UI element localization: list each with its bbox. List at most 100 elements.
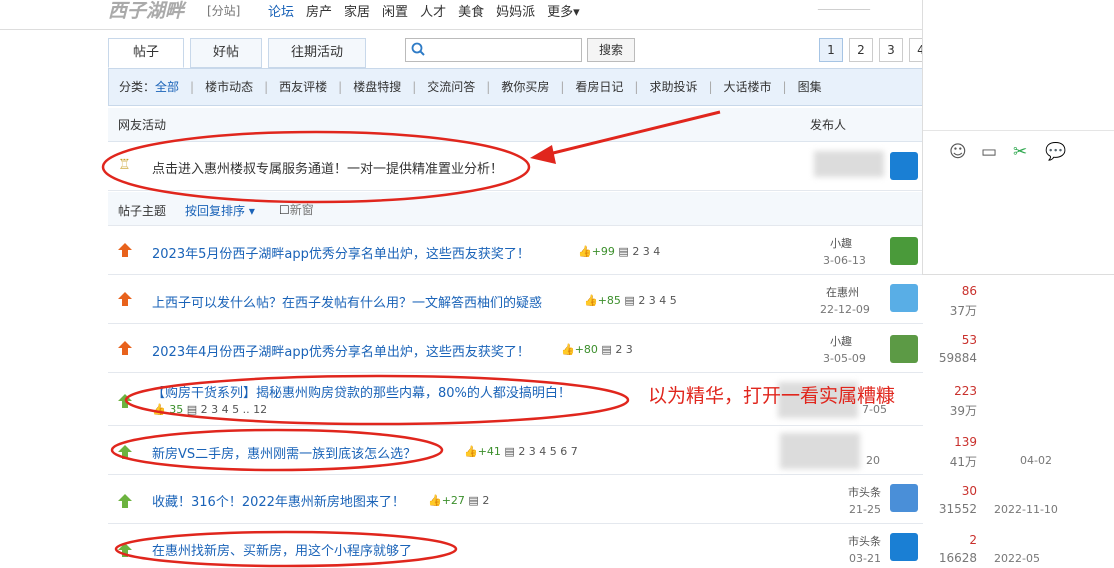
avatar[interactable] <box>890 152 918 180</box>
blurred-avatar <box>780 433 860 469</box>
avatar[interactable] <box>890 335 918 363</box>
like-icon: 👍 <box>561 343 575 356</box>
nav-house[interactable]: 房产 <box>306 1 332 20</box>
chat-icon[interactable]: 💬 <box>1045 142 1066 162</box>
page-2[interactable]: 2 <box>849 38 873 62</box>
author-name[interactable]: 在惠州 <box>826 284 859 300</box>
substation-link[interactable]: [分站] <box>207 2 240 19</box>
avatar[interactable] <box>890 533 918 561</box>
nav-food[interactable]: 美食 <box>458 1 484 20</box>
category-label: 分类： <box>119 80 156 94</box>
tab-past-events[interactable]: 往期活动 <box>268 38 367 68</box>
thread-title[interactable]: 2023年4月份西子湖畔app优秀分享名单出炉，这些西友获奖了！ <box>152 341 530 360</box>
thread-title[interactable]: 上西子可以发什么帖？在西子发帖有什么用？一文解答西柚们的疑惑 <box>152 292 542 311</box>
up-arrow-icon <box>118 494 132 508</box>
blurred-name <box>814 151 884 177</box>
section-header: 网友活动 发布人 <box>108 108 923 142</box>
thread-title[interactable]: 新房VS二手房，惠州刚需一族到底该怎么选？ <box>152 443 416 462</box>
like-icon: 👍 <box>428 494 442 507</box>
author-name[interactable]: 小趣 <box>830 235 852 251</box>
scissors-icon[interactable]: ✂ <box>1013 142 1027 162</box>
hot-arrow-icon <box>118 341 132 355</box>
like-icon: 👍 <box>152 403 166 416</box>
up-arrow-icon <box>118 394 132 408</box>
user-name[interactable]: ________ <box>818 0 870 11</box>
nav-home[interactable]: 家居 <box>344 1 370 20</box>
search-input[interactable] <box>428 41 578 59</box>
page-links[interactable]: 2 3 4 5 .. 12 <box>201 403 267 416</box>
page-links[interactable]: 2 3 4 5 6 7 <box>518 445 577 458</box>
view-count: 37万 <box>949 304 977 318</box>
post-date: 03-21 <box>849 552 881 565</box>
last-reply-date: 2022-05 <box>994 552 1040 565</box>
nav-more[interactable]: 更多▾ <box>547 1 580 20</box>
category-market[interactable]: 楼市动态 <box>205 80 253 94</box>
site-logo[interactable]: 西子湖畔 <box>108 0 184 23</box>
thread-meta: 👍+80 ▤ 2 3 <box>561 343 633 356</box>
nav-secondhand[interactable]: 闲置 <box>382 1 408 20</box>
promo-row[interactable]: ♖ 点击进入惠州楼叔专属服务通道！一对一提供精准置业分析！ <box>108 143 923 191</box>
thread-meta: 👍+41 ▤ 2 3 4 5 6 7 <box>464 445 578 458</box>
table-row[interactable]: 收藏！316个！2022年惠州新房地图来了！ 👍+27 ▤ 2 市头条 21-2… <box>108 476 1058 524</box>
category-teach[interactable]: 教你买房 <box>501 80 549 94</box>
category-gallery[interactable]: 图集 <box>798 80 822 94</box>
view-count: 59884 <box>938 351 977 365</box>
folder-icon[interactable]: ▭ <box>981 142 997 162</box>
category-help[interactable]: 求助投诉 <box>649 80 697 94</box>
new-window-checkbox[interactable]: ☐新窗 <box>279 201 314 218</box>
category-reviews[interactable]: 西友评楼 <box>279 80 327 94</box>
search-button[interactable]: 搜索 <box>587 38 635 62</box>
table-row[interactable]: 2023年4月份西子湖畔app优秀分享名单出炉，这些西友获奖了！ 👍+80 ▤ … <box>108 325 977 373</box>
view-count: 16628 <box>938 551 977 565</box>
page-1[interactable]: 1 <box>819 38 843 62</box>
chevron-down-icon: ▾ <box>245 204 255 218</box>
avatar[interactable] <box>890 284 918 312</box>
promo-title[interactable]: 点击进入惠州楼叔专属服务通道！一对一提供精准置业分析！ <box>152 158 503 177</box>
thread-title[interactable]: 在惠州找新房、买新房，用这个小程序就够了 <box>152 540 412 559</box>
page-links[interactable]: 2 3 4 <box>632 245 660 258</box>
thread-title[interactable]: 收藏！316个！2022年惠州新房地图来了！ <box>152 491 405 510</box>
top-nav: 论坛 房产 家居 闲置 人才 美食 妈妈派 更多▾ <box>268 1 580 20</box>
category-talk[interactable]: 大话楼市 <box>724 80 772 94</box>
thread-topic-label: 帖子主题 <box>118 204 167 218</box>
tab-good-threads[interactable]: 好帖 <box>190 38 263 68</box>
page-links[interactable]: 2 <box>482 494 489 507</box>
avatar[interactable] <box>890 237 918 265</box>
post-date: 22-12-09 <box>820 303 870 316</box>
page-3[interactable]: 3 <box>879 38 903 62</box>
category-search[interactable]: 楼盘特搜 <box>353 80 401 94</box>
hot-arrow-icon <box>118 243 132 257</box>
post-date: 21-25 <box>849 503 881 516</box>
table-row[interactable]: 上西子可以发什么帖？在西子发帖有什么用？一文解答西柚们的疑惑 👍+85 ▤ 2 … <box>108 276 977 324</box>
nav-forum[interactable]: 论坛 <box>268 1 294 20</box>
tab-threads[interactable]: 帖子 <box>108 38 184 68</box>
pagination: 1 2 3 4 <box>819 38 933 62</box>
table-row[interactable]: 2023年5月份西子湖畔app优秀分享名单出炉，这些西友获奖了！ 👍+99 ▤ … <box>108 227 923 275</box>
post-date: 3-05-09 <box>823 352 866 365</box>
table-row[interactable]: 新房VS二手房，惠州刚需一族到底该怎么选？ 👍+41 ▤ 2 3 4 5 6 7… <box>108 427 1052 475</box>
author-column-header: 发布人 <box>810 118 847 132</box>
like-icon: 👍 <box>584 294 598 307</box>
nav-moms[interactable]: 妈妈派 <box>496 1 535 20</box>
reply-count: 86 <box>961 284 977 298</box>
author-name[interactable]: 市头条 <box>848 533 881 549</box>
hot-arrow-icon <box>118 292 132 306</box>
author-name[interactable]: 小趣 <box>830 333 852 349</box>
sort-by-reply[interactable]: 按回复排序 ▾ <box>185 202 255 219</box>
post-date: 20 <box>866 454 880 467</box>
category-all[interactable]: 全部 <box>155 80 179 94</box>
emoji-icon[interactable]: ☺ <box>949 142 967 162</box>
thread-tabs: 帖子 好帖 往期活动 <box>108 38 367 68</box>
category-diary[interactable]: 看房日记 <box>575 80 623 94</box>
thread-title[interactable]: 2023年5月份西子湖畔app优秀分享名单出炉，这些西友获奖了！ <box>152 243 530 262</box>
page-links[interactable]: 2 3 4 5 <box>638 294 676 307</box>
like-icon: 👍 <box>464 445 478 458</box>
table-row[interactable]: 在惠州找新房、买新房，用这个小程序就够了 市头条 03-21 2 16628 2… <box>108 525 1040 568</box>
thread-title[interactable]: 【购房干货系列】揭秘惠州购房贷款的那些内幕，80%的人都没搞明白！ <box>152 382 571 401</box>
nav-jobs[interactable]: 人才 <box>420 1 446 20</box>
author-name[interactable]: 市头条 <box>848 484 881 500</box>
page-links[interactable]: 2 3 <box>615 343 633 356</box>
avatar[interactable] <box>890 484 918 512</box>
reply-count: 30 <box>961 484 977 498</box>
category-qa[interactable]: 交流问答 <box>427 80 475 94</box>
